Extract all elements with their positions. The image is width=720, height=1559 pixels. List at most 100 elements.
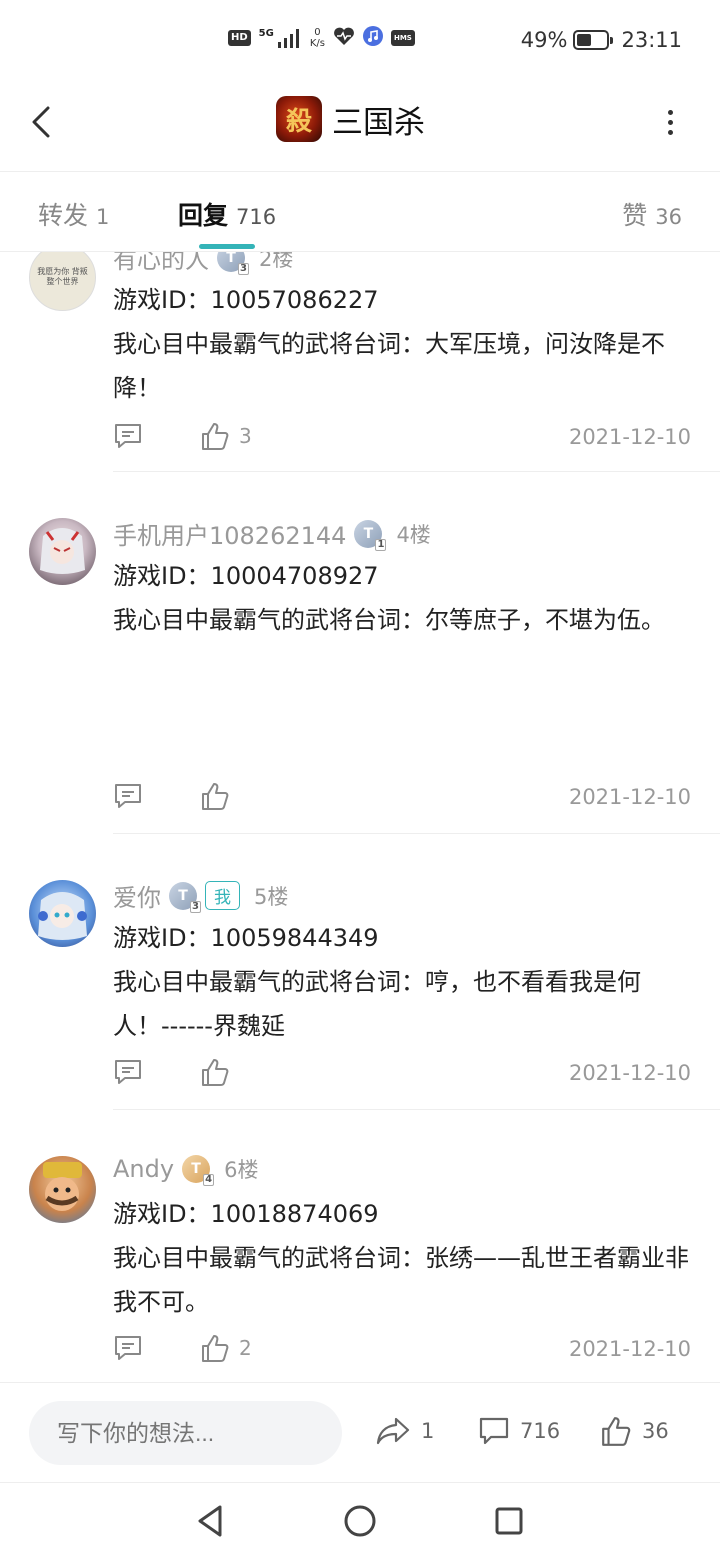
app-logo-glyph: 殺 xyxy=(285,106,312,137)
avatar[interactable] xyxy=(29,880,96,947)
more-dot-icon xyxy=(667,109,673,115)
net-speed-value: 0 xyxy=(314,27,321,38)
level-letter: T xyxy=(191,1161,201,1177)
post-date: 2021-12-10 xyxy=(568,785,691,809)
post-content: 游戏ID：10018874069 我心目中最霸气的武将台词：张绣——乱世王者霸业… xyxy=(113,1192,693,1324)
tab-label: 赞 xyxy=(622,201,648,230)
post-content: 游戏ID：10059844349 我心目中最霸气的武将台词：哼，也不看看我是何人… xyxy=(113,916,693,1048)
music-icon xyxy=(362,26,383,50)
level-number: 3 xyxy=(238,262,249,275)
divider xyxy=(113,833,720,834)
tab-count: 36 xyxy=(655,205,682,229)
list-item: 我愿为你 背叛整个世界 有心的人 T3 2楼 游戏ID：10057086227 … xyxy=(0,252,720,472)
reply-list[interactable]: 我愿为你 背叛整个世界 有心的人 T3 2楼 游戏ID：10057086227 … xyxy=(0,252,720,1382)
bottom-action-bar: 1 716 36 xyxy=(0,1382,720,1482)
signal-label: 5G xyxy=(258,28,274,39)
post-content: 游戏ID：10004708927 我心目中最霸气的武将台词：尔等庶子，不堪为伍。 xyxy=(113,554,693,642)
like-button[interactable] xyxy=(201,1057,239,1087)
game-id: 游戏ID：10059844349 xyxy=(113,924,379,952)
circle-home-icon xyxy=(344,1505,376,1537)
tab-reply[interactable]: 回复 716 xyxy=(178,196,276,232)
comment-button[interactable]: 716 xyxy=(478,1415,560,1447)
divider xyxy=(113,471,720,472)
username[interactable]: 手机用户108262144 xyxy=(113,516,346,551)
level-number: 4 xyxy=(203,1174,215,1186)
post-footer: 2021-12-10 xyxy=(113,781,691,817)
share-count: 1 xyxy=(421,1419,435,1443)
game-id: 游戏ID：10018874069 xyxy=(113,1200,379,1228)
post-header: Andy T4 6楼 xyxy=(113,1154,258,1186)
detail-tabs: 转发 1 回复 716 赞 36 xyxy=(0,172,720,252)
comment-icon[interactable] xyxy=(113,421,143,455)
share-button[interactable]: 1 xyxy=(375,1415,434,1447)
battery-percent: 49% xyxy=(520,28,568,52)
floor-number: 4楼 xyxy=(396,522,431,547)
tab-likes[interactable]: 赞 36 xyxy=(622,196,682,232)
like-button[interactable] xyxy=(201,781,239,811)
status-right: 49% 23:11 xyxy=(521,28,682,52)
post-text: 我心目中最霸气的武将台词：大军压境，问汝降是不降！ xyxy=(113,330,665,402)
game-id: 游戏ID：10004708927 xyxy=(113,562,379,590)
back-button[interactable] xyxy=(26,102,58,142)
username[interactable]: 有心的人 xyxy=(113,252,209,275)
post-footer: 2 2021-12-10 xyxy=(113,1333,691,1369)
like-count: 36 xyxy=(642,1419,669,1443)
nav-recents-button[interactable] xyxy=(489,1501,529,1541)
thumbs-up-icon xyxy=(202,783,229,810)
signal-icon: 5G xyxy=(259,28,302,48)
more-dot-icon xyxy=(667,129,673,135)
post-header: 有心的人 T3 2楼 xyxy=(113,252,293,275)
level-letter: T xyxy=(178,887,188,904)
comment-icon[interactable] xyxy=(113,1333,143,1367)
level-number: 3 xyxy=(190,900,201,913)
page-title: 三国杀 xyxy=(332,104,425,141)
nav-home-button[interactable] xyxy=(340,1501,380,1541)
list-item: 手机用户108262144 T1 4楼 游戏ID：10004708927 我心目… xyxy=(0,494,720,834)
floor-number: 2楼 xyxy=(259,252,294,271)
like-count: 2 xyxy=(239,1336,252,1360)
post-text: 我心目中最霸气的武将台词：张绣——乱世王者霸业非我不可。 xyxy=(113,1244,689,1316)
thumbs-up-icon xyxy=(202,1059,229,1086)
post-date: 2021-12-10 xyxy=(568,1337,691,1361)
level-letter: T xyxy=(226,252,236,266)
avatar[interactable] xyxy=(29,1156,96,1223)
comment-input[interactable] xyxy=(29,1401,342,1465)
list-item: Andy T4 6楼 游戏ID：10018874069 我心目中最霸气的武将台词… xyxy=(0,1132,720,1382)
active-tab-indicator xyxy=(199,244,255,249)
post-footer: 2021-12-10 xyxy=(113,1057,691,1093)
comment-icon[interactable] xyxy=(113,781,143,815)
tab-forward[interactable]: 转发 1 xyxy=(38,196,109,232)
thumbs-up-icon xyxy=(202,423,229,450)
post-text: 我心目中最霸气的武将台词：尔等庶子，不堪为伍。 xyxy=(113,606,665,634)
floor-number: 5楼 xyxy=(254,884,289,909)
health-icon xyxy=(333,26,355,50)
more-options-button[interactable] xyxy=(658,106,682,138)
avatar[interactable] xyxy=(29,518,96,585)
hms-icon: HMS xyxy=(390,30,415,46)
tab-count: 1 xyxy=(96,205,110,229)
post-header: 爱你 T3 我 5楼 xyxy=(113,878,288,913)
comment-icon[interactable] xyxy=(113,1057,143,1091)
like-button[interactable]: 2 xyxy=(201,1333,252,1363)
tab-label: 转发 xyxy=(38,201,89,230)
post-content: 游戏ID：10057086227 我心目中最霸气的武将台词：大军压境，问汝降是不… xyxy=(113,278,693,410)
triangle-back-icon xyxy=(198,1505,222,1537)
like-button[interactable]: 3 xyxy=(201,421,252,451)
username[interactable]: Andy xyxy=(113,1155,174,1183)
like-button[interactable]: 36 xyxy=(600,1415,669,1447)
chevron-left-icon xyxy=(32,106,50,138)
level-badge-icon: T3 xyxy=(169,881,201,913)
like-count: 3 xyxy=(239,424,252,448)
avatar[interactable]: 我愿为你 背叛整个世界 xyxy=(29,252,96,311)
battery-icon xyxy=(573,30,614,50)
username[interactable]: 爱你 xyxy=(113,878,161,913)
app-header: 殺 三国杀 xyxy=(0,80,720,172)
system-nav-bar xyxy=(0,1482,720,1559)
net-speed: 0 K/s xyxy=(310,27,325,49)
app-logo: 殺 xyxy=(276,96,322,142)
nav-back-button[interactable] xyxy=(190,1501,230,1541)
post-date: 2021-12-10 xyxy=(568,1061,691,1085)
clock: 23:11 xyxy=(621,28,682,52)
me-tag: 我 xyxy=(205,881,240,910)
net-speed-unit: K/s xyxy=(309,38,325,49)
